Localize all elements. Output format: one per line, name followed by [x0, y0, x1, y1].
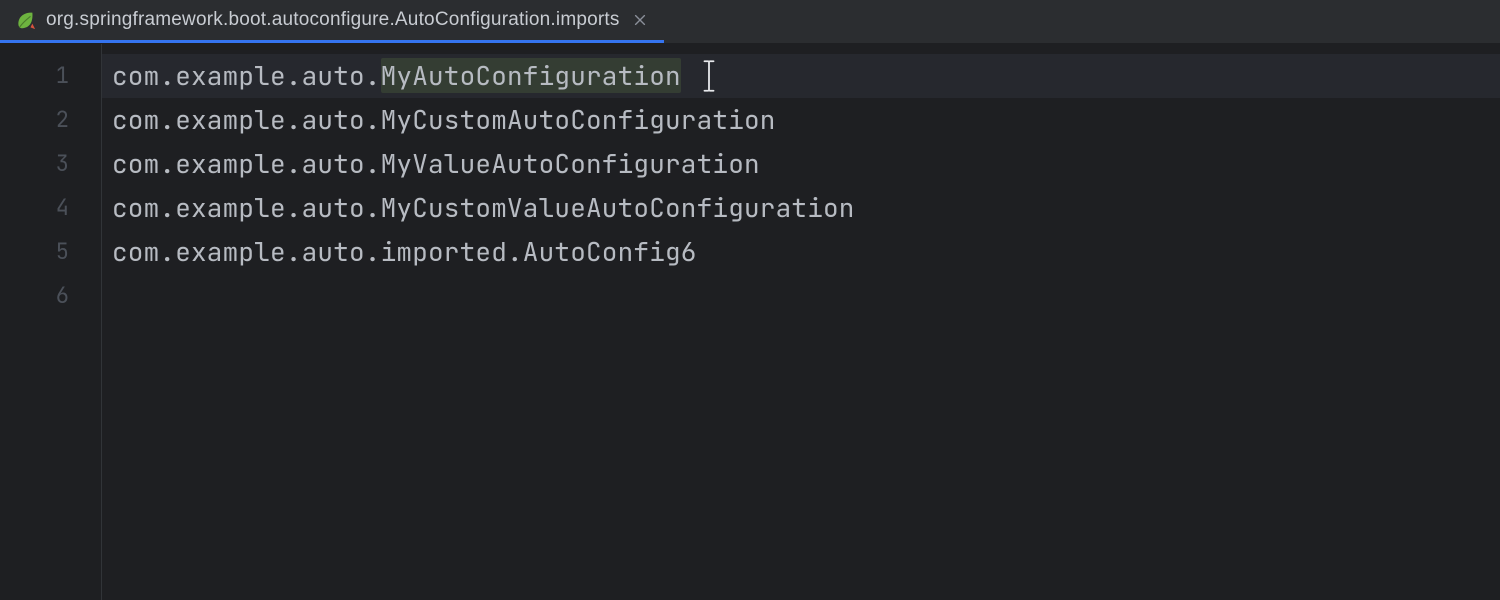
tab-bar: org.springframework.boot.autoconfigure.A… [0, 0, 1500, 44]
code-line[interactable]: com.example.auto.MyAutoConfiguration [102, 54, 1500, 98]
code-line[interactable]: com.example.auto.MyValueAutoConfiguratio… [102, 142, 1500, 186]
code-line[interactable]: com.example.auto.MyCustomAutoConfigurati… [102, 98, 1500, 142]
line-number: 1 [0, 54, 101, 98]
spring-leaf-icon [14, 9, 36, 31]
line-number: 4 [0, 186, 101, 230]
line-number: 2 [0, 98, 101, 142]
editor: 1 2 3 4 5 6 com.example.auto.MyAutoConfi… [0, 44, 1500, 600]
line-number: 6 [0, 274, 101, 318]
editor-tab[interactable]: org.springframework.boot.autoconfigure.A… [0, 0, 664, 43]
tab-label: org.springframework.boot.autoconfigure.A… [46, 9, 620, 31]
code-line[interactable]: com.example.auto.MyCustomValueAutoConfig… [102, 186, 1500, 230]
close-icon[interactable] [630, 10, 650, 30]
code-area[interactable]: com.example.auto.MyAutoConfiguration com… [102, 44, 1500, 600]
code-line[interactable]: com.example.auto.imported.AutoConfig6 [102, 230, 1500, 274]
code-line[interactable] [102, 274, 1500, 318]
line-number: 3 [0, 142, 101, 186]
line-number: 5 [0, 230, 101, 274]
symbol-highlight: MyAutoConfiguration [381, 58, 681, 93]
gutter: 1 2 3 4 5 6 [0, 44, 102, 600]
